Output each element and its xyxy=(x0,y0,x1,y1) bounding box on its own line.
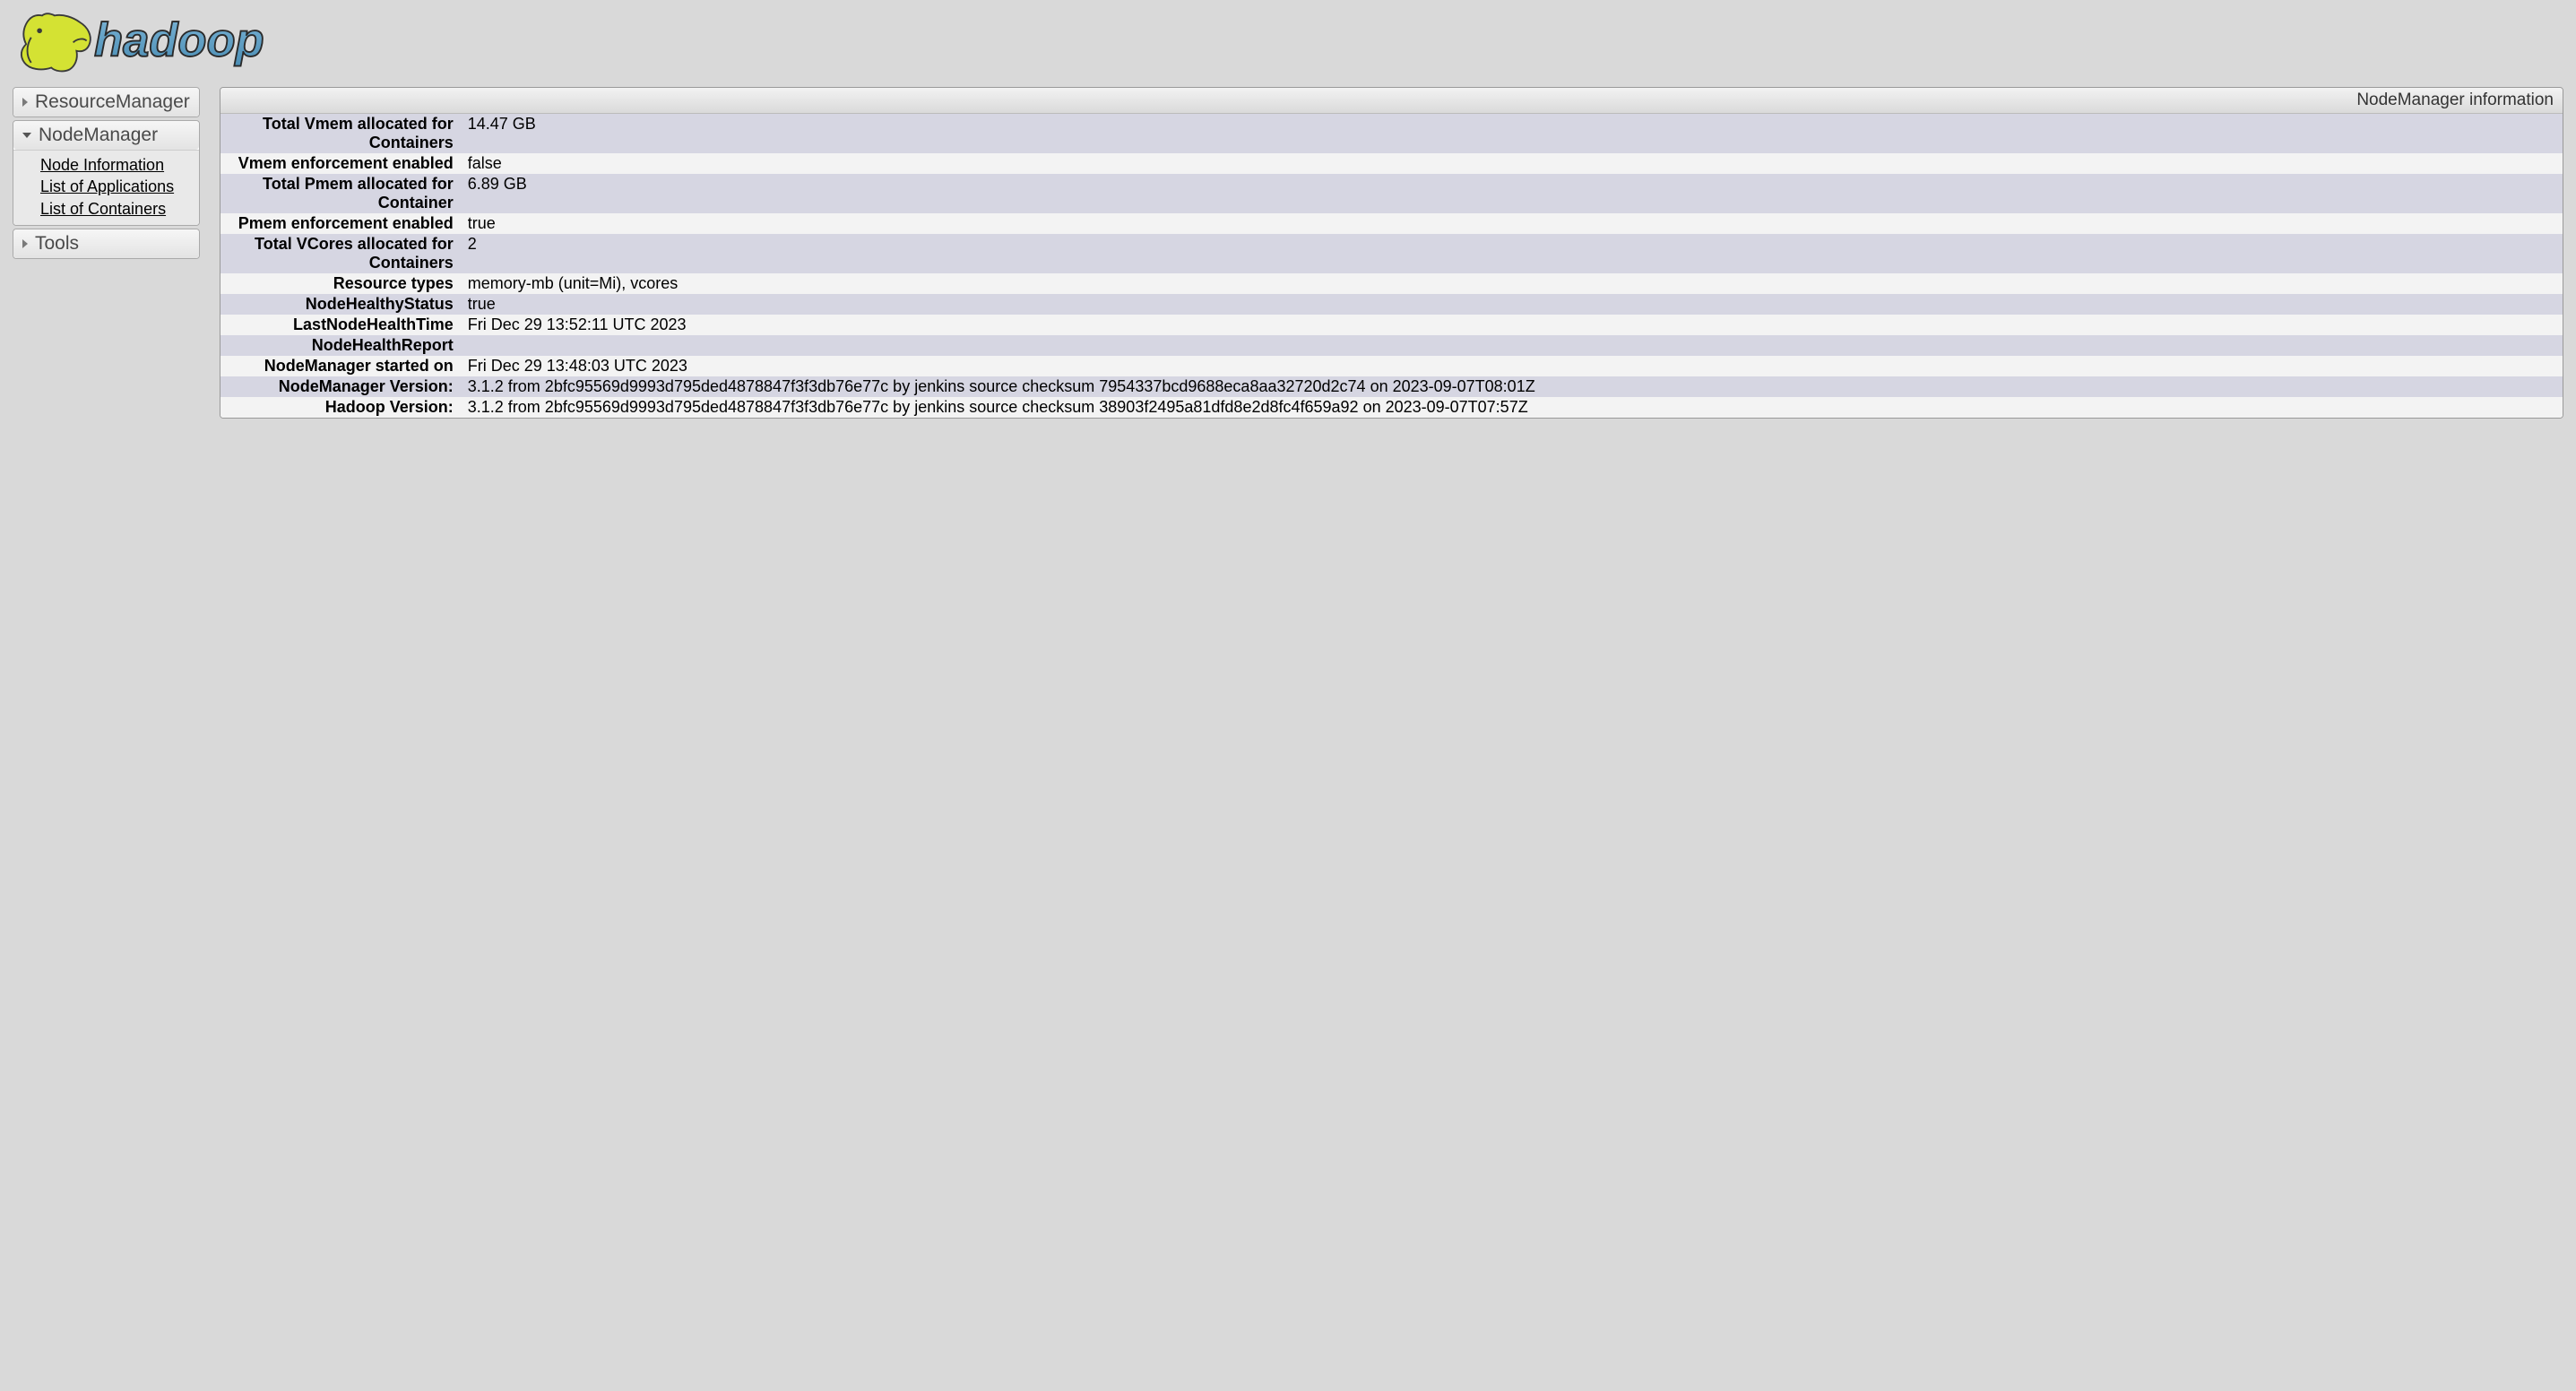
panel-title: NodeManager information xyxy=(220,88,2563,114)
info-value: Fri Dec 29 13:48:03 UTC 2023 xyxy=(462,356,2563,376)
table-row: Resource typesmemory-mb (unit=Mi), vcore… xyxy=(220,273,2563,294)
sidebar-items-nodemanager: Node Information List of Applications Li… xyxy=(13,150,199,225)
sidebar-header-tools[interactable]: Tools xyxy=(13,229,199,258)
info-label: Total VCores allocated for Containers xyxy=(220,234,462,273)
table-row: Total Vmem allocated for Containers14.47… xyxy=(220,114,2563,153)
table-row: LastNodeHealthTimeFri Dec 29 13:52:11 UT… xyxy=(220,315,2563,335)
sidebar-label: ResourceManager xyxy=(35,91,190,113)
table-row: NodeHealthyStatustrue xyxy=(220,294,2563,315)
sidebar-group-tools: Tools xyxy=(13,229,200,259)
table-row: Hadoop Version:3.1.2 from 2bfc95569d9993… xyxy=(220,397,2563,418)
info-value: true xyxy=(462,294,2563,315)
info-value: memory-mb (unit=Mi), vcores xyxy=(462,273,2563,294)
chevron-down-icon xyxy=(22,133,31,138)
sidebar-label: Tools xyxy=(35,233,79,255)
info-value: true xyxy=(462,213,2563,234)
info-label: NodeHealthReport xyxy=(220,335,462,356)
info-label: Total Pmem allocated for Container xyxy=(220,174,462,213)
info-table: Total Vmem allocated for Containers14.47… xyxy=(220,114,2563,418)
chevron-right-icon xyxy=(22,98,28,107)
table-row: NodeHealthReport xyxy=(220,335,2563,356)
sidebar-group-resourcemanager: ResourceManager xyxy=(13,87,200,117)
info-label: Pmem enforcement enabled xyxy=(220,213,462,234)
sidebar-label: NodeManager xyxy=(39,125,158,146)
info-value xyxy=(462,335,2563,356)
table-row: Total Pmem allocated for Container6.89 G… xyxy=(220,174,2563,213)
sidebar-header-resourcemanager[interactable]: ResourceManager xyxy=(13,88,199,117)
table-row: Total VCores allocated for Containers2 xyxy=(220,234,2563,273)
sidebar: ResourceManager NodeManager Node Informa… xyxy=(13,87,200,259)
table-row: NodeManager Version:3.1.2 from 2bfc95569… xyxy=(220,376,2563,397)
info-label: NodeHealthyStatus xyxy=(220,294,462,315)
info-value: 2 xyxy=(462,234,2563,273)
info-label: Total Vmem allocated for Containers xyxy=(220,114,462,153)
sidebar-link-node-information[interactable]: Node Information xyxy=(40,154,190,176)
info-value: 6.89 GB xyxy=(462,174,2563,213)
sidebar-link-list-containers[interactable]: List of Containers xyxy=(40,198,190,220)
table-row: Vmem enforcement enabledfalse xyxy=(220,153,2563,174)
info-value: Fri Dec 29 13:52:11 UTC 2023 xyxy=(462,315,2563,335)
sidebar-group-nodemanager: NodeManager Node Information List of App… xyxy=(13,120,200,226)
info-label: Vmem enforcement enabled xyxy=(220,153,462,174)
svg-text:hadoop: hadoop xyxy=(94,13,264,66)
sidebar-link-list-applications[interactable]: List of Applications xyxy=(40,176,190,197)
table-row: NodeManager started onFri Dec 29 13:48:0… xyxy=(220,356,2563,376)
info-value: false xyxy=(462,153,2563,174)
info-label: LastNodeHealthTime xyxy=(220,315,462,335)
table-row: Pmem enforcement enabledtrue xyxy=(220,213,2563,234)
chevron-right-icon xyxy=(22,239,28,248)
info-value: 3.1.2 from 2bfc95569d9993d795ded4878847f… xyxy=(462,397,2563,418)
info-value: 3.1.2 from 2bfc95569d9993d795ded4878847f… xyxy=(462,376,2563,397)
info-label: Resource types xyxy=(220,273,462,294)
info-label: NodeManager Version: xyxy=(220,376,462,397)
hadoop-logo: hadoop xyxy=(14,7,2563,74)
info-value: 14.47 GB xyxy=(462,114,2563,153)
info-label: Hadoop Version: xyxy=(220,397,462,418)
info-label: NodeManager started on xyxy=(220,356,462,376)
main-panel: NodeManager information Total Vmem alloc… xyxy=(220,87,2563,419)
sidebar-header-nodemanager[interactable]: NodeManager xyxy=(13,121,199,150)
